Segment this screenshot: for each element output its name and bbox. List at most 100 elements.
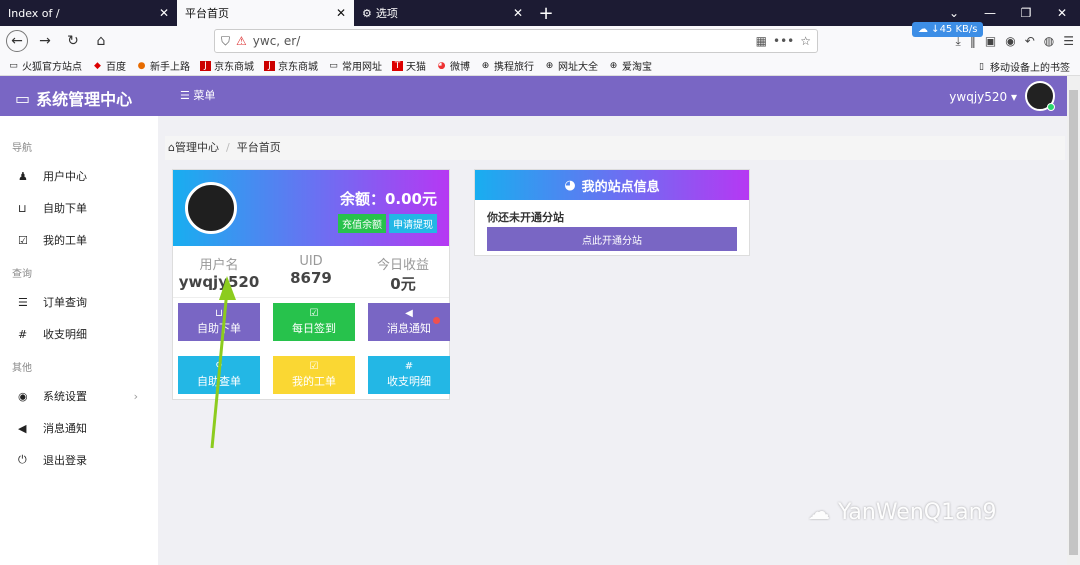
monitor-icon: ▭ [15, 88, 31, 108]
menu-toggle[interactable]: ☰ 菜单 [180, 87, 215, 103]
close-icon[interactable]: ✕ [159, 6, 169, 20]
daily-checkin-button[interactable]: ☑ 每日签到 [273, 303, 355, 341]
restore-button[interactable]: ❐ [1008, 0, 1044, 26]
page-actions-button[interactable]: ••• [773, 34, 794, 48]
user-icon: ♟ [18, 169, 28, 183]
order-lookup-button[interactable]: ⚲ 自助查单 [178, 356, 260, 394]
bookmark-item[interactable]: T 天猫 [392, 58, 426, 73]
site-info-card: ◕ 我的站点信息 你还未开通分站 点此开通分站 [474, 169, 750, 256]
sidebar-item-notifications[interactable]: ◀ 消息通知 [0, 412, 158, 444]
sidebar-item-my-tickets[interactable]: ☑ 我的工单 [0, 224, 158, 256]
avatar [185, 182, 237, 234]
close-icon[interactable]: ✕ [336, 6, 346, 20]
scrollbar-thumb[interactable] [1069, 90, 1078, 555]
bookmark-item[interactable]: ● 新手上路 [136, 58, 190, 74]
cart-icon: ⊔ [215, 308, 223, 319]
tab-title: Index of / [8, 6, 60, 20]
bookmark-label: 天猫 [406, 62, 426, 73]
extension-icon[interactable]: ◉ [1005, 34, 1015, 48]
sidebar-icon[interactable]: ▣ [985, 34, 996, 48]
sidebar-item-label: 订单查询 [43, 296, 87, 309]
avatar[interactable] [1025, 81, 1055, 111]
close-icon[interactable]: ✕ [513, 6, 523, 20]
scrollbar[interactable] [1067, 76, 1080, 565]
baidu-icon: ◆ [94, 60, 101, 71]
my-tickets-button[interactable]: ☑ 我的工单 [273, 356, 355, 394]
tab-platform-home[interactable]: 平台首页 ✕ [177, 0, 354, 26]
sidebar-item-label: 收支明细 [43, 328, 87, 341]
watermark: ☁ YanWenQ1an9 [808, 500, 997, 525]
bookmark-item[interactable]: ⊕ 网址大全 [544, 58, 598, 74]
bookmark-item[interactable]: J 京东商城 [264, 58, 318, 73]
bookmark-label: 微博 [450, 62, 470, 73]
sidebar-item-settings[interactable]: ◉ 系统设置 › [0, 380, 158, 412]
hash-icon: # [404, 361, 414, 372]
sidebar-item-order-query[interactable]: ☰ 订单查询 [0, 286, 158, 318]
user-dropdown[interactable]: ywqjy520 ▾ [949, 90, 1017, 104]
bookmark-item[interactable]: ◆ 百度 [92, 58, 126, 74]
balance-text: 余额：0.00元 [339, 190, 437, 208]
bookmark-star-icon[interactable]: ☆ [800, 34, 811, 48]
app-header: ▭ 系统管理中心 ☰ 菜单 ywqjy520 ▾ [0, 76, 1067, 116]
stat-value: 0元 [390, 275, 416, 293]
breadcrumb-home[interactable]: 管理中心 [175, 141, 219, 154]
hamburger-menu-icon[interactable]: ☰ [1063, 34, 1074, 48]
app-logo[interactable]: ▭ 系统管理中心 [15, 86, 132, 110]
bookmark-label: 移动设备上的书签 [990, 63, 1070, 74]
sidebar-section-other: 其他 [12, 363, 32, 374]
globe-icon: ◕ [564, 177, 576, 193]
finance-button[interactable]: # 收支明细 [368, 356, 450, 394]
recharge-button[interactable]: 充值余额 [338, 214, 386, 233]
bookmark-item[interactable]: J 京东商城 [200, 58, 254, 73]
tab-title: 平台首页 [185, 7, 229, 20]
reload-button[interactable]: ↻ [62, 30, 84, 52]
close-window-button[interactable]: ✕ [1044, 0, 1080, 26]
button-label: 自助查单 [197, 375, 241, 388]
button-label: 自助下单 [197, 322, 241, 335]
bookmark-item[interactable]: ◕ 微博 [436, 58, 470, 74]
power-icon: ⏻ [18, 453, 27, 466]
new-tab-button[interactable]: + [531, 0, 561, 26]
tab-index[interactable]: Index of / ✕ [0, 0, 177, 26]
stat-username: 用户名 ywqjy520 [173, 246, 265, 297]
stat-label: 今日收益 [376, 258, 429, 273]
bookmark-item[interactable]: ▭ 常用网址 [328, 58, 382, 74]
menu-label: 菜单 [193, 89, 216, 102]
notifications-button[interactable]: ◀ 消息通知 [368, 303, 450, 341]
globe-icon: ⊕ [609, 60, 618, 71]
bookmark-item[interactable]: ⊕ 爱淘宝 [608, 58, 652, 74]
sidebar-item-user-center[interactable]: ♟ 用户中心 [0, 160, 158, 192]
breadcrumb-separator: / [225, 141, 230, 154]
bookmark-label: 京东商城 [214, 62, 254, 73]
tab-title: 选项 [375, 7, 398, 20]
withdraw-button[interactable]: 申请提现 [389, 214, 437, 233]
bookmark-item[interactable]: ⊕ 携程旅行 [480, 58, 534, 74]
unread-dot [433, 317, 440, 324]
button-label: 消息通知 [387, 322, 431, 335]
sidebar-section-query: 查询 [12, 269, 32, 280]
forward-button[interactable]: → [34, 30, 56, 52]
stat-value: 8679 [290, 269, 332, 287]
url-text[interactable]: ywc, er/ [253, 34, 750, 48]
site-info-header: ◕ 我的站点信息 [475, 170, 749, 200]
addon-icon[interactable]: ◍ [1044, 34, 1054, 48]
button-label: 我的工单 [292, 375, 336, 388]
home-button[interactable]: ⌂ [90, 30, 112, 52]
bookmark-label: 火狐官方站点 [22, 62, 82, 73]
sidebar-item-finance[interactable]: # 收支明细 [0, 318, 158, 350]
tab-options[interactable]: ⚙ 选项 ✕ [354, 0, 531, 26]
self-order-button[interactable]: ⊔ 自助下单 [178, 303, 260, 341]
back-button[interactable]: ← [6, 30, 28, 52]
list-icon: ☰ [180, 89, 190, 102]
jd-icon: J [264, 60, 275, 71]
mobile-bookmarks[interactable]: ▯ 移动设备上的书签 [976, 59, 1070, 75]
open-substation-button[interactable]: 点此开通分站 [487, 227, 737, 251]
sidebar-item-logout[interactable]: ⏻ 退出登录 [0, 444, 158, 476]
url-bar[interactable]: ⛉ ⚠ ywc, er/ ▦ ••• ☆ [214, 29, 818, 53]
sidebar-item-self-order[interactable]: ⊔ 自助下单 [0, 192, 158, 224]
shield-icon[interactable]: ⛉ [221, 34, 230, 49]
qr-code-icon[interactable]: ▦ [756, 34, 767, 48]
bookmark-item[interactable]: ▭ 火狐官方站点 [8, 58, 82, 74]
insecure-lock-icon[interactable]: ⚠ [236, 34, 247, 48]
undo-icon[interactable]: ↶ [1025, 34, 1035, 48]
